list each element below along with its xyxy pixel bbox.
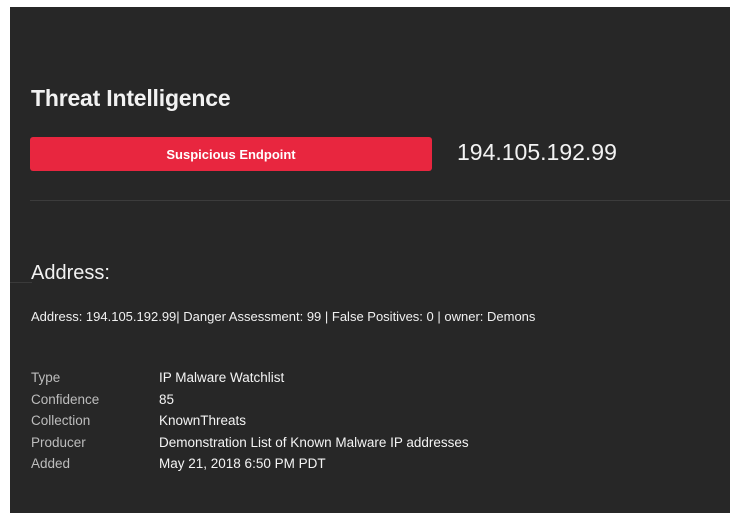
- ip-address-value: 194.105.192.99: [457, 139, 617, 165]
- detail-label: Type: [31, 370, 61, 386]
- suspicious-endpoint-badge: Suspicious Endpoint: [30, 137, 432, 171]
- connector-line: [10, 282, 32, 283]
- detail-row-added: Added May 21, 2018 6:50 PM PDT: [31, 453, 469, 475]
- details-table: Type IP Malware Watchlist Confidence 85 …: [31, 367, 469, 475]
- address-heading: Address:: [31, 262, 110, 284]
- detail-value: Demonstration List of Known Malware IP a…: [159, 434, 469, 450]
- detail-value: 85: [159, 391, 175, 407]
- section-divider: [30, 200, 730, 201]
- detail-row-producer: Producer Demonstration List of Known Mal…: [31, 432, 469, 454]
- detail-value: IP Malware Watchlist: [159, 370, 285, 386]
- detail-row-confidence: Confidence 85: [31, 389, 469, 411]
- address-summary: Address: 194.105.192.99| Danger Assessme…: [31, 309, 536, 324]
- detail-label: Added: [31, 456, 71, 472]
- threat-intelligence-panel: Threat Intelligence Suspicious Endpoint …: [10, 7, 730, 513]
- detail-label: Collection: [31, 413, 91, 429]
- detail-value: May 21, 2018 6:50 PM PDT: [159, 456, 326, 472]
- detail-value: KnownThreats: [159, 413, 247, 429]
- panel-title: Threat Intelligence: [31, 85, 231, 111]
- detail-row-type: Type IP Malware Watchlist: [31, 367, 469, 389]
- detail-row-collection: Collection KnownThreats: [31, 410, 469, 432]
- detail-label: Confidence: [31, 391, 100, 407]
- detail-label: Producer: [31, 434, 86, 450]
